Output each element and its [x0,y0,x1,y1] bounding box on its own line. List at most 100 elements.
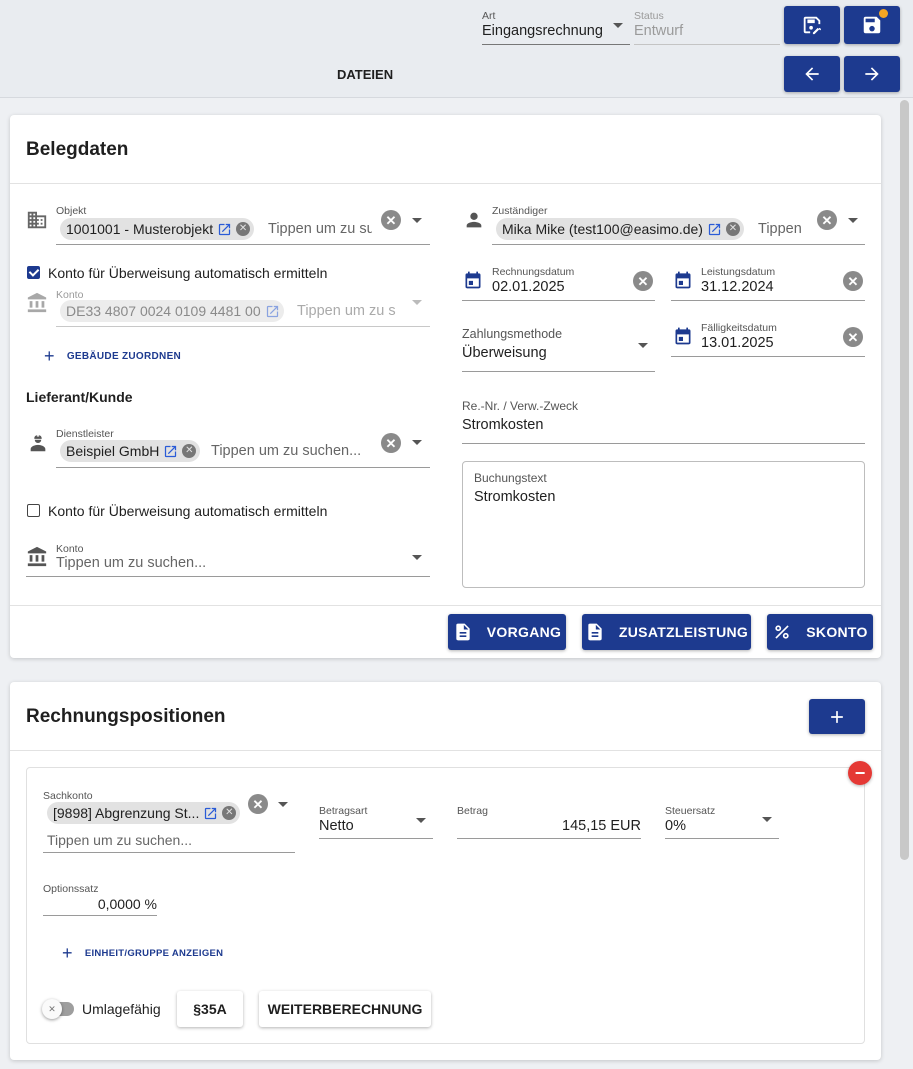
previous-button[interactable] [784,56,840,92]
zusatzleistung-button[interactable]: ZUSATZLEISTUNG [582,614,751,650]
re-nr-input[interactable]: Stromkosten [462,417,543,433]
sachkonto-chevron-down-icon[interactable] [278,802,288,807]
person-icon [463,209,485,231]
remove-position-icon[interactable]: − [848,761,872,785]
betrag-label: Betrag [457,805,488,817]
steuersatz-select[interactable]: 0% [665,818,686,834]
zahlungsmethode-chevron-down-icon[interactable] [638,343,648,348]
betragsart-chevron-down-icon[interactable] [416,818,426,823]
dienstleister-search-input[interactable]: Tippen um zu suchen... [211,443,371,459]
status-label: Status [634,10,664,22]
rechnungsdatum-input[interactable]: 02.01.2025 [492,279,565,295]
art-chevron-down-icon[interactable] [613,23,623,28]
betragsart-select[interactable]: Netto [319,818,354,834]
status-field: Entwurf [634,23,684,39]
vorgang-label: VORGANG [486,624,562,640]
bank-icon [26,546,48,568]
re-nr-label: Re.-Nr. / Verw.-Zweck [462,399,579,413]
paragraph-35a-button[interactable]: §35A [177,991,243,1027]
chip-remove-icon[interactable]: ✕ [236,222,251,236]
arrow-right-icon [865,67,879,81]
document-icon [588,623,602,641]
art-underline [482,44,630,45]
tab-dateien[interactable]: DATEIEN [337,67,393,82]
rechnungsdatum-clear-icon[interactable]: ✕ [633,271,653,291]
next-button[interactable] [844,56,900,92]
optionssatz-underline [43,915,157,916]
calendar-icon[interactable] [673,326,693,346]
objekt-search-input[interactable]: Tippen um zu su [268,221,372,237]
plus-icon: + [62,943,73,963]
zusatzleistung-label: ZUSATZLEISTUNG [618,624,749,640]
skonto-label: SKONTO [806,624,868,640]
arrow-left-icon [805,67,819,81]
scrollbar-thumb[interactable] [900,100,909,860]
umlagefaehig-toggle-thumb[interactable]: ✕ [42,999,62,1019]
faelligkeitsdatum-label: Fälligkeitsdatum [701,322,777,334]
dienstleister-clear-icon[interactable]: ✕ [381,433,401,453]
floppy-disk-icon [863,16,881,34]
auto-konto-checkbox-1[interactable] [27,266,40,279]
sachkonto-clear-icon[interactable]: ✕ [248,794,268,814]
sachkonto-chip[interactable]: [9898] Abgrenzung St... ✕ [47,802,241,824]
calendar-icon[interactable] [463,270,483,290]
zustaendiger-search-input[interactable]: Tippen [758,221,808,237]
weiterberechnung-button[interactable]: WEITERBERECHNUNG [259,991,431,1027]
auto-konto-label-2: Konto für Überweisung automatisch ermitt… [48,503,328,519]
dienstleister-underline [56,467,430,468]
dienstleister-chip[interactable]: Beispiel GmbH ✕ [60,440,201,462]
objekt-chevron-down-icon[interactable] [412,218,422,223]
chip-remove-icon[interactable]: ✕ [725,222,740,236]
konto-chevron-down-icon-2[interactable] [412,555,422,560]
zustaendiger-clear-icon[interactable]: ✕ [817,210,837,230]
calendar-icon[interactable] [673,270,693,290]
einheit-gruppe-button[interactable]: + EINHEIT/GRUPPE ANZEIGEN [62,944,223,962]
open-external-icon [265,304,280,319]
betrag-input[interactable]: 145,15 EUR [457,818,641,834]
add-position-button[interactable] [809,699,865,734]
save-as-button[interactable] [784,6,840,44]
betragsart-underline [319,838,433,839]
building-icon [26,209,48,231]
re-nr-underline [462,443,865,444]
skonto-button[interactable]: SKONTO [767,614,873,650]
konto-search-input-2[interactable]: Tippen um zu suchen... [56,555,356,571]
dienstleister-label: Dienstleister [56,428,114,440]
sachkonto-search-input[interactable]: Tippen um zu suchen... [47,832,277,848]
save-button[interactable] [844,6,900,44]
zustaendiger-chip[interactable]: Mika Mike (test100@easimo.de) ✕ [496,218,744,240]
zahlungsmethode-label: Zahlungsmethode [462,327,563,341]
zustaendiger-chevron-down-icon[interactable] [848,218,858,223]
faelligkeitsdatum-clear-icon[interactable]: ✕ [843,327,863,347]
art-select[interactable]: Eingangsrechnung [482,23,603,39]
buchungstext-value: Stromkosten [474,489,556,505]
open-external-icon[interactable] [707,222,722,237]
faelligkeitsdatum-input[interactable]: 13.01.2025 [701,335,774,351]
dienstleister-chevron-down-icon[interactable] [412,440,422,445]
optionssatz-input[interactable]: 0,0000 % [43,896,157,912]
open-external-icon[interactable] [163,444,178,459]
open-external-icon[interactable] [217,222,232,237]
lieferant-heading: Lieferant/Kunde [26,389,133,405]
auto-konto-label-1: Konto für Überweisung automatisch ermitt… [48,265,328,281]
open-external-icon[interactable] [203,806,218,821]
top-bar [0,0,913,98]
belegdaten-header-divider [10,183,881,184]
sachkonto-underline [43,852,295,853]
einheit-gruppe-label: EINHEIT/GRUPPE ANZEIGEN [84,947,224,959]
bank-icon [26,292,48,314]
vorgang-button[interactable]: VORGANG [448,614,566,650]
chip-remove-icon[interactable]: ✕ [222,806,237,820]
chip-remove-icon[interactable]: ✕ [182,444,197,458]
gebaeude-zuordnen-button[interactable]: + GEBÄUDE ZUORDNEN [44,347,181,365]
leistungsdatum-clear-icon[interactable]: ✕ [843,271,863,291]
objekt-label: Objekt [56,205,87,217]
zahlungsmethode-select[interactable]: Überweisung [462,345,547,361]
leistungsdatum-input[interactable]: 31.12.2024 [701,279,774,295]
auto-konto-checkbox-2[interactable] [27,504,40,517]
objekt-clear-icon[interactable]: ✕ [381,210,401,230]
objekt-chip[interactable]: 1001001 - Musterobjekt ✕ [60,218,255,240]
sachkonto-label: Sachkonto [43,790,93,802]
steuersatz-chevron-down-icon[interactable] [762,817,772,822]
rechnungsdatum-label: Rechnungsdatum [492,266,575,278]
